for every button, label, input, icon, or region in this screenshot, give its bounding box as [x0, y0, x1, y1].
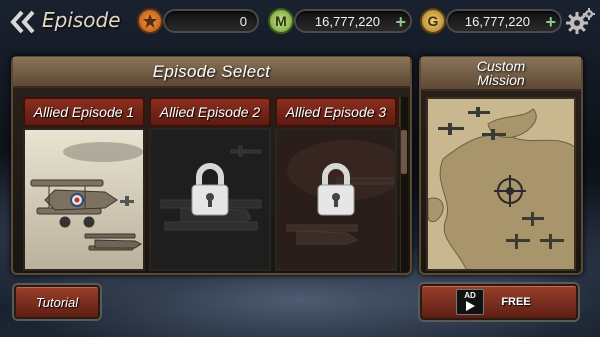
star-icon [137, 8, 163, 34]
tutorial-button[interactable]: Tutorial [14, 285, 100, 319]
back-button[interactable] [6, 6, 42, 38]
episode-tab-2[interactable]: Allied Episode 2 [149, 97, 271, 127]
episode-card-1[interactable] [23, 128, 145, 271]
biplane-art-image [25, 130, 143, 269]
page-title: Episode [42, 8, 121, 32]
gold-icon: G [420, 8, 446, 34]
gold-value: 16,777,220 [464, 13, 530, 29]
padlock-icon [190, 163, 230, 217]
episode-tab-1[interactable]: Allied Episode 1 [23, 97, 145, 127]
gold-counter[interactable]: 16,777,220 + [446, 9, 562, 33]
add-gold-plus-icon[interactable]: + [545, 12, 556, 32]
medals-value: 16,777,220 [314, 13, 380, 29]
custom-mission-title: Custom Mission [421, 57, 581, 91]
play-icon [466, 301, 475, 311]
medals-counter[interactable]: 16,777,220 + [294, 9, 412, 33]
ad-video-icon: AD [456, 289, 484, 315]
episode-scrollbar[interactable] [400, 97, 408, 272]
stars-counter: 0 [163, 9, 259, 33]
add-medals-plus-icon[interactable]: + [395, 12, 406, 32]
padlock-icon [316, 163, 356, 217]
episode-tab-3[interactable]: Allied Episode 3 [275, 97, 397, 127]
medal-icon: M [268, 8, 294, 34]
free-label: FREE [501, 296, 531, 308]
scrollbar-thumb[interactable] [401, 130, 407, 174]
episode-select-title: Episode Select [13, 57, 410, 88]
back-chevrons-icon [10, 10, 35, 34]
stars-value: 0 [239, 13, 247, 29]
settings-button[interactable] [565, 7, 597, 35]
custom-mission-map[interactable] [426, 97, 576, 271]
settings-gears-icon [566, 8, 595, 34]
europe-map-image [428, 99, 574, 269]
